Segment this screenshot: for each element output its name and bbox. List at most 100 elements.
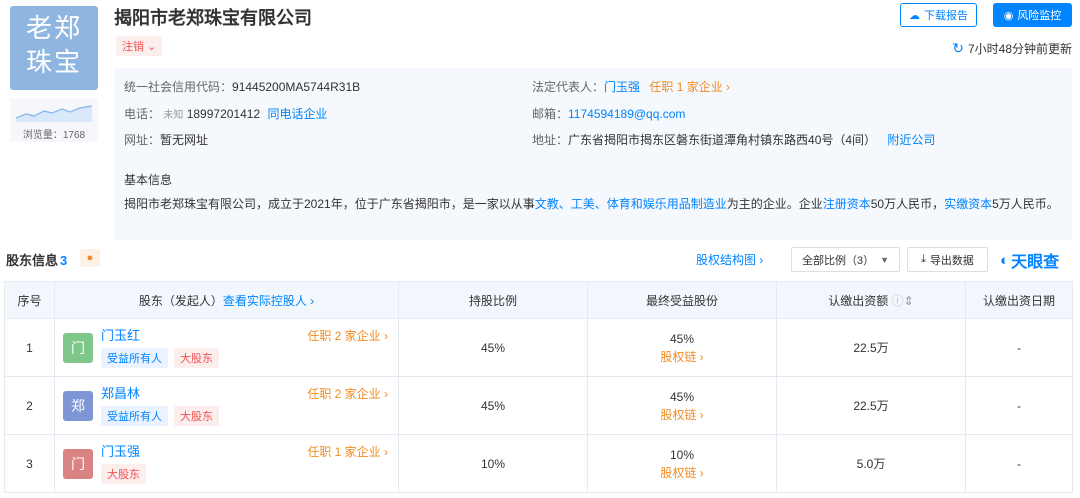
- email-label: 邮箱：: [532, 107, 569, 121]
- capital-date-cell: -: [965, 434, 1073, 493]
- col-capital[interactable]: 认缴出资额 ⓘ⇕: [776, 281, 966, 319]
- avatar[interactable]: 门: [63, 333, 93, 363]
- industry-link[interactable]: 文教、工美、体育和娱乐用品制造业: [535, 197, 727, 211]
- ratio-cell: 10%: [398, 434, 588, 493]
- holder-name-link[interactable]: 门玉强: [101, 441, 140, 460]
- bell-icon[interactable]: ●: [80, 249, 100, 267]
- status-text: 注销: [122, 41, 144, 53]
- website-row: 网址：暂无网址: [124, 131, 208, 148]
- basic-text-part4: 5万人民币。: [992, 197, 1059, 211]
- major-shareholder-tag: 大股东: [101, 464, 146, 484]
- phone-unknown: 未知: [163, 110, 184, 121]
- beneficiary-tag: 受益所有人: [101, 348, 168, 368]
- holder-positions-text: 任职 2 家企业: [307, 329, 381, 343]
- basic-info-title: 基本信息: [124, 173, 173, 187]
- equity-chain-text: 股权链: [660, 349, 697, 364]
- legal-rep-row: 法定代表人：门玉强 任职 1 家企业 ›: [532, 78, 730, 95]
- download-report-button[interactable]: ☁ 下载报告: [900, 3, 977, 27]
- address-value: 广东省揭阳市揭东区磐东街道潭角村镇东路西40号（4间）: [568, 133, 877, 147]
- holder-tags: 大股东: [101, 464, 146, 484]
- registered-capital-link[interactable]: 注册资本: [823, 197, 871, 211]
- col-capital-date: 认缴出资日期: [965, 281, 1073, 319]
- chevron-right-icon: ›: [722, 80, 731, 94]
- holder-name-link[interactable]: 郑昌林: [101, 383, 140, 402]
- avatar[interactable]: 门: [63, 449, 93, 479]
- email-link[interactable]: 1174594189@qq.com: [568, 107, 685, 121]
- equity-chain-link[interactable]: 股权链 ›: [588, 464, 776, 482]
- download-report-label: 下载报告: [924, 10, 968, 22]
- equity-structure-text: 股权结构图: [696, 253, 757, 267]
- chevron-right-icon: ›: [696, 465, 704, 480]
- table-row: 3 门门玉强 大股东 任职 1 家企业 › 10% 10% 股权链 › 5.0万 -: [4, 434, 1073, 493]
- export-data-label: 导出数据: [929, 254, 974, 267]
- logo-text-line1: 老郑: [25, 14, 82, 44]
- holder-name-link[interactable]: 门玉红: [101, 325, 140, 344]
- legal-rep-link[interactable]: 门玉强: [604, 80, 640, 94]
- holder-positions-text: 任职 1 家企业: [307, 445, 381, 459]
- avatar[interactable]: 郑: [63, 391, 93, 421]
- final-benefit-cell: 10% 股权链 ›: [587, 434, 777, 493]
- website-label: 网址：: [124, 133, 161, 147]
- col-holder-label: 股东（发起人）: [138, 293, 223, 308]
- chevron-right-icon: ›: [380, 329, 388, 343]
- actual-controller-text: 查看实际控股人: [222, 293, 307, 308]
- address-row: 地址：广东省揭阳市揭东区磐东街道潭角村镇东路西40号（4间） 附近公司: [532, 131, 935, 148]
- holder-cell: 郑郑昌林受益所有人 大股东 任职 2 家企业 ›: [54, 376, 399, 435]
- credit-code-value: 91445200MA5744R31B: [232, 80, 361, 94]
- update-status[interactable]: ↻ 7小时48分钟前更新: [952, 40, 1072, 57]
- chevron-right-icon: ›: [306, 293, 315, 308]
- website-value: 暂无网址: [160, 133, 209, 147]
- company-name: 揭阳市老郑珠宝有限公司: [114, 8, 312, 28]
- equity-structure-link[interactable]: 股权结构图 ›: [696, 251, 763, 268]
- export-data-button[interactable]: ⤓ 导出数据: [907, 247, 988, 272]
- basic-info-text: 揭阳市老郑珠宝有限公司，成立于2021年，位于广东省揭阳市，是一家以从事文教、工…: [124, 194, 1064, 215]
- sort-icon[interactable]: ⇕: [904, 294, 914, 308]
- equity-chain-text: 股权链: [660, 407, 697, 422]
- update-time: 7小时48分钟前更新: [967, 42, 1072, 56]
- shareholders-table: 序号 股东（发起人）查看实际控股人 › 持股比例 最终受益股份 认缴出资额 ⓘ⇕…: [4, 281, 1073, 493]
- row-index: 3: [4, 434, 55, 493]
- beneficiary-tag: 受益所有人: [101, 406, 168, 426]
- col-index: 序号: [4, 281, 55, 319]
- logo-text-line2: 珠宝: [25, 48, 82, 78]
- chevron-down-icon: ⌄: [144, 41, 157, 53]
- phone-label: 电话：: [124, 107, 161, 121]
- equity-chain-link[interactable]: 股权链 ›: [588, 406, 776, 424]
- status-badge[interactable]: 注销 ⌄: [116, 36, 163, 56]
- capital-cell: 22.5万: [776, 318, 966, 377]
- table-header-row: 序号 股东（发起人）查看实际控股人 › 持股比例 最终受益股份 认缴出资额 ⓘ⇕…: [4, 281, 1073, 319]
- nearby-companies-link[interactable]: 附近公司: [887, 133, 935, 147]
- email-row: 邮箱：1174594189@qq.com: [532, 105, 685, 122]
- capital-cell: 5.0万: [776, 434, 966, 493]
- final-benefit-value: 45%: [669, 331, 695, 346]
- legal-rep-label: 法定代表人：: [532, 80, 605, 94]
- risk-monitor-button[interactable]: ◉ 风险监控: [993, 3, 1072, 27]
- legal-rep-positions[interactable]: 任职 1 家企业 ›: [649, 80, 730, 94]
- col-final-benefit: 最终受益股份: [587, 281, 777, 319]
- final-benefit-cell: 45% 股权链 ›: [587, 318, 777, 377]
- paid-capital-link[interactable]: 实缴资本: [944, 197, 992, 211]
- final-benefit-value: 10%: [669, 447, 695, 462]
- equity-chain-link[interactable]: 股权链 ›: [588, 348, 776, 366]
- ratio-filter-select[interactable]: 全部比例（3） ▼: [791, 247, 900, 272]
- actual-controller-link[interactable]: 查看实际控股人 ›: [223, 294, 314, 308]
- risk-monitor-label: 风险监控: [1017, 10, 1062, 22]
- holder-positions-link[interactable]: 任职 1 家企业 ›: [307, 443, 388, 460]
- col-ratio: 持股比例: [398, 281, 588, 319]
- holder-positions-link[interactable]: 任职 2 家企业 ›: [307, 385, 388, 402]
- brand-logo: ◐ 天眼查: [1000, 248, 1059, 272]
- views-count: 浏览量：1768: [22, 130, 86, 141]
- holder-positions-text: 任职 2 家企业: [307, 387, 381, 401]
- help-icon[interactable]: ⓘ: [892, 294, 904, 308]
- ratio-filter-value: 全部比例（3）: [802, 254, 875, 267]
- row-index: 2: [4, 376, 55, 435]
- views-trend: 浏览量：1768: [10, 98, 98, 142]
- refresh-icon[interactable]: ↻: [952, 40, 964, 57]
- major-shareholder-tag: 大股东: [174, 406, 219, 426]
- same-phone-link[interactable]: 同电话企业: [267, 107, 327, 121]
- row-index: 1: [4, 318, 55, 377]
- holder-positions-link[interactable]: 任职 2 家企业 ›: [307, 327, 388, 344]
- chevron-right-icon: ›: [696, 349, 704, 364]
- shareholders-title-text: 股东信息: [6, 253, 59, 268]
- brand-mark-icon: ◐: [1000, 251, 1010, 269]
